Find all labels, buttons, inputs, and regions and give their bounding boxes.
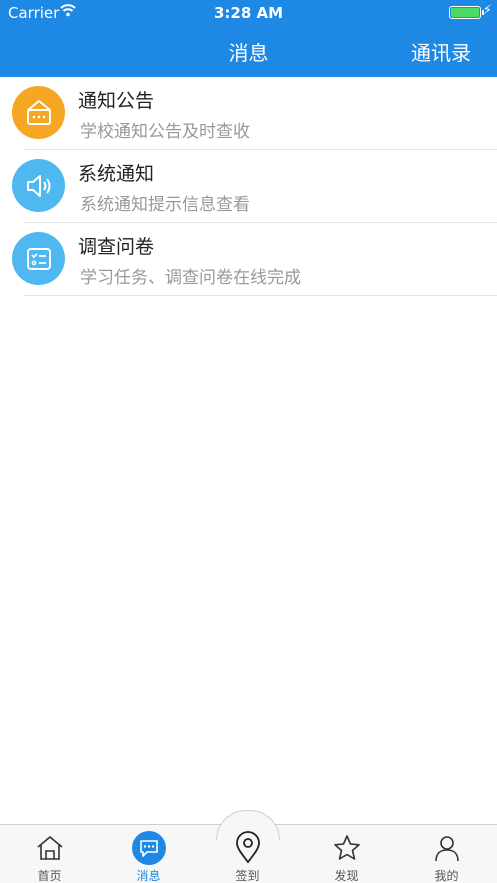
status-time: 3:28 AM (213, 4, 284, 22)
tab-mine[interactable]: 我的 (396, 825, 497, 883)
item-title: 通知公告 (78, 90, 155, 112)
tab-checkin[interactable]: 签到 (198, 825, 297, 883)
mailbox-icon (12, 86, 65, 139)
tab-label: 消息 (136, 869, 161, 883)
contacts-button[interactable]: 通讯录 (411, 37, 471, 66)
battery-icon (449, 6, 484, 19)
item-subtitle: 学习任务、调查问卷在线完成 (80, 268, 301, 288)
location-pin-icon (198, 830, 297, 866)
tab-home[interactable]: 首页 (0, 825, 99, 883)
status-bar: Carrier 3:28 AM ⚡ (0, 0, 497, 26)
star-icon (297, 830, 396, 866)
charging-icon: ⚡ (482, 3, 492, 18)
tab-messages[interactable]: 消息 (99, 825, 198, 883)
item-subtitle: 学校通知公告及时查收 (80, 122, 250, 142)
person-icon (396, 830, 497, 866)
top-bar: Carrier 3:28 AM ⚡ 消息 通讯录 (0, 0, 497, 77)
tab-label: 签到 (235, 869, 260, 883)
tab-bar: 首页 消息 签到 发现 我的 (0, 810, 497, 883)
list-item-system-notice[interactable]: 系统通知 系统通知提示信息查看 (0, 150, 497, 223)
item-title: 调查问卷 (78, 236, 155, 258)
item-subtitle: 系统通知提示信息查看 (80, 195, 250, 215)
message-icon (99, 830, 198, 866)
divider (24, 295, 497, 296)
tab-label: 我的 (434, 869, 459, 883)
home-icon (0, 830, 99, 866)
tab-discover[interactable]: 发现 (297, 825, 396, 883)
list-item-survey[interactable]: 调查问卷 学习任务、调查问卷在线完成 (0, 223, 497, 296)
checklist-icon (12, 232, 65, 285)
message-list: 通知公告 学校通知公告及时查收 系统通知 系统通知提示信息查看 调查问卷 学习任… (0, 77, 497, 296)
tab-label: 发现 (334, 869, 359, 883)
tab-label: 首页 (37, 869, 62, 883)
item-title: 系统通知 (78, 163, 155, 185)
speaker-icon (12, 159, 65, 212)
list-item-announcements[interactable]: 通知公告 学校通知公告及时查收 (0, 77, 497, 150)
